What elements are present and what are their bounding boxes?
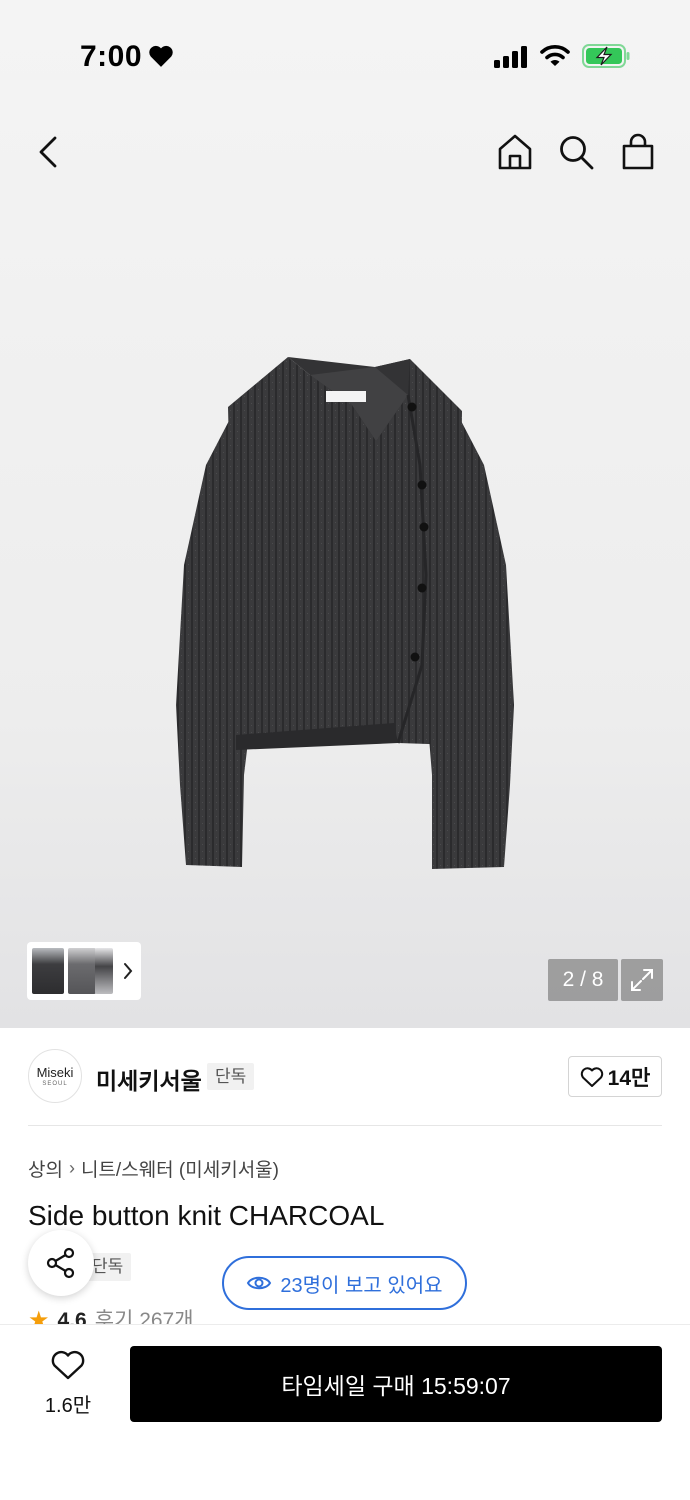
- product-title: Side button knit CHARCOAL: [28, 1200, 385, 1231]
- star-icon: ★: [28, 1309, 50, 1325]
- expand-button[interactable]: [621, 959, 663, 1001]
- breadcrumb-subcategory[interactable]: 니트/스웨터 (미세키서울): [81, 1155, 279, 1182]
- share-button[interactable]: [28, 1230, 94, 1296]
- wifi-icon: [540, 45, 570, 66]
- rating-row[interactable]: ★ 4.6 후기 267개: [28, 1309, 194, 1325]
- buy-button[interactable]: 타임세일 구매 15:59:07: [130, 1346, 662, 1422]
- divider: [28, 1125, 662, 1126]
- thumbnail-strip[interactable]: [27, 942, 141, 1000]
- brand-logo-text: Miseki: [36, 1065, 74, 1080]
- home-icon: [498, 134, 532, 170]
- share-icon: [46, 1247, 75, 1279]
- product-gallery[interactable]: 7:00 2 / 8: [0, 0, 690, 1028]
- wishlist-button[interactable]: 1.6만: [28, 1349, 108, 1418]
- thumbnail-3[interactable]: [95, 948, 113, 994]
- expand-icon: [631, 969, 653, 991]
- brand-logo-sub: SEOUL: [42, 1081, 68, 1087]
- heart-outline-icon: [51, 1350, 85, 1380]
- cart-button[interactable]: [616, 130, 660, 174]
- breadcrumb-separator-icon: ›: [68, 1158, 75, 1178]
- exclusive-badge: 단독: [207, 1063, 255, 1090]
- live-viewers-badge: 23명이 보고 있어요: [222, 1256, 467, 1310]
- chevron-left-icon: [39, 136, 57, 168]
- brand-name[interactable]: 미세키서울: [96, 1062, 202, 1096]
- product-image: [176, 357, 514, 869]
- cellular-signal-icon: [494, 46, 527, 68]
- back-button[interactable]: [26, 130, 70, 174]
- status-time: 7:00: [80, 40, 143, 73]
- status-bar: 7:00: [0, 34, 690, 78]
- home-button[interactable]: [493, 130, 537, 174]
- eye-icon: [247, 1276, 272, 1290]
- shopping-bag-icon: [622, 133, 654, 170]
- breadcrumb-category[interactable]: 상의: [28, 1155, 63, 1182]
- breadcrumb: 상의 › 니트/스웨터 (미세키서울): [28, 1155, 279, 1182]
- bottom-action-bar: 1.6만 타임세일 구매 15:59:07: [0, 1324, 690, 1500]
- heart-status-icon: [149, 45, 173, 67]
- review-count: 후기 267개: [94, 1309, 194, 1325]
- battery-charging-icon: [582, 44, 630, 68]
- brand-like-count: 14만: [607, 1066, 651, 1090]
- brand-like-button[interactable]: 14만: [568, 1056, 662, 1097]
- live-viewers-text: 23명이 보고 있어요: [280, 1274, 443, 1297]
- page-indicator: 2 / 8: [548, 959, 618, 1001]
- thumbnail-2[interactable]: [68, 948, 96, 994]
- search-icon: [560, 136, 594, 170]
- search-button[interactable]: [554, 130, 598, 174]
- rating-score: 4.6: [57, 1309, 87, 1325]
- wishlist-count: 1.6만: [44, 1395, 92, 1417]
- chevron-right-icon[interactable]: [121, 960, 135, 982]
- thumbnail-1[interactable]: [32, 948, 64, 994]
- brand-logo[interactable]: Miseki SEOUL: [28, 1049, 82, 1103]
- heart-outline-icon: [580, 1066, 603, 1087]
